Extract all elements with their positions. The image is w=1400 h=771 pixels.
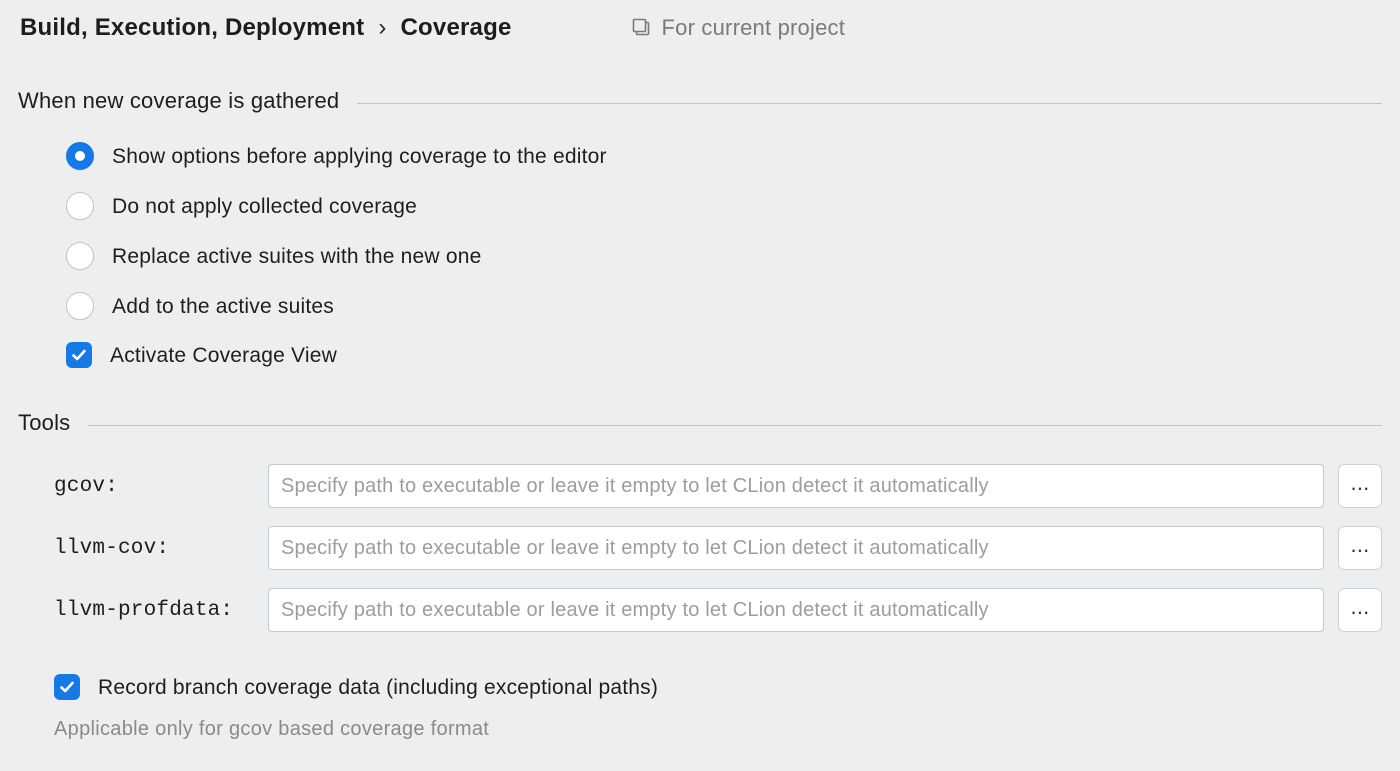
- llvm-profdata-label: llvm-profdata:: [54, 599, 254, 622]
- checkbox-activate-view[interactable]: [66, 342, 92, 368]
- llvm-cov-label: llvm-cov:: [54, 537, 254, 560]
- llvm-cov-input[interactable]: Specify path to executable or leave it e…: [268, 526, 1324, 570]
- checkbox-activate-view-label[interactable]: Activate Coverage View: [110, 345, 337, 366]
- gcov-label: gcov:: [54, 475, 254, 498]
- tool-gcov-row: gcov: Specify path to executable or leav…: [54, 464, 1382, 508]
- radio-do-not-apply-label[interactable]: Do not apply collected coverage: [112, 196, 417, 217]
- radio-add-suites-label[interactable]: Add to the active suites: [112, 296, 334, 317]
- section-gathered-title: When new coverage is gathered: [18, 88, 339, 114]
- option-replace-suites[interactable]: Replace active suites with the new one: [66, 242, 1382, 270]
- radio-replace-suites[interactable]: [66, 242, 94, 270]
- llvm-profdata-input[interactable]: Specify path to executable or leave it e…: [268, 588, 1324, 632]
- record-branch-note: Applicable only for gcov based coverage …: [54, 718, 1382, 741]
- coverage-options-group: Show options before applying coverage to…: [66, 142, 1382, 368]
- project-scope-label: For current project: [662, 15, 846, 41]
- checkmark-icon: [70, 346, 88, 364]
- radio-show-options[interactable]: [66, 142, 94, 170]
- tool-llvm-profdata-row: llvm-profdata: Specify path to executabl…: [54, 588, 1382, 632]
- radio-show-options-label[interactable]: Show options before applying coverage to…: [112, 146, 607, 167]
- checkbox-record-branch-label[interactable]: Record branch coverage data (including e…: [98, 677, 658, 698]
- tools-group: gcov: Specify path to executable or leav…: [54, 464, 1382, 632]
- section-tools: Tools: [18, 410, 1382, 436]
- breadcrumb: Build, Execution, Deployment › Coverage: [20, 14, 512, 42]
- breadcrumb-parent[interactable]: Build, Execution, Deployment: [20, 14, 364, 42]
- divider: [88, 425, 1382, 426]
- gcov-browse-button[interactable]: ...: [1338, 464, 1382, 508]
- option-do-not-apply[interactable]: Do not apply collected coverage: [66, 192, 1382, 220]
- option-add-suites[interactable]: Add to the active suites: [66, 292, 1382, 320]
- project-scope-indicator: For current project: [632, 15, 846, 41]
- option-activate-view[interactable]: Activate Coverage View: [66, 342, 1382, 368]
- project-scope-icon: [632, 18, 652, 38]
- settings-header: Build, Execution, Deployment › Coverage …: [20, 14, 1382, 42]
- tool-llvm-cov-row: llvm-cov: Specify path to executable or …: [54, 526, 1382, 570]
- llvm-profdata-browse-button[interactable]: ...: [1338, 588, 1382, 632]
- radio-do-not-apply[interactable]: [66, 192, 94, 220]
- section-tools-title: Tools: [18, 410, 70, 436]
- option-show-options[interactable]: Show options before applying coverage to…: [66, 142, 1382, 170]
- section-gathered: When new coverage is gathered: [18, 88, 1382, 114]
- checkmark-icon: [58, 678, 76, 696]
- checkbox-record-branch[interactable]: [54, 674, 80, 700]
- radio-add-suites[interactable]: [66, 292, 94, 320]
- llvm-cov-browse-button[interactable]: ...: [1338, 526, 1382, 570]
- radio-replace-suites-label[interactable]: Replace active suites with the new one: [112, 246, 481, 267]
- option-record-branch[interactable]: Record branch coverage data (including e…: [54, 674, 1382, 700]
- chevron-right-icon: ›: [378, 14, 386, 42]
- divider: [357, 103, 1382, 104]
- gcov-input[interactable]: Specify path to executable or leave it e…: [268, 464, 1324, 508]
- breadcrumb-current: Coverage: [401, 14, 512, 42]
